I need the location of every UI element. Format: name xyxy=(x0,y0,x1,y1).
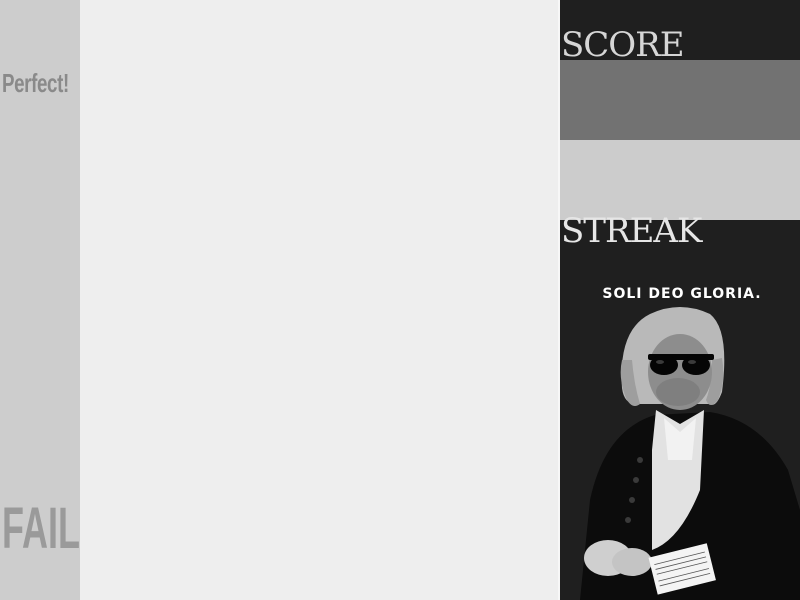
streak-label: STREAK xyxy=(561,211,702,251)
stats-panel: SCORE STREAK SOLI DEO GLORIA. xyxy=(560,0,800,600)
accuracy-meter: Perfect! FAIL xyxy=(0,0,80,600)
fail-label: FAIL xyxy=(2,496,80,561)
streak-display xyxy=(560,140,800,220)
score-label: SCORE xyxy=(561,25,685,65)
note-playfield[interactable] xyxy=(80,0,558,600)
motto-text: SOLI DEO GLORIA. xyxy=(602,286,762,302)
bach-portrait-icon xyxy=(580,307,800,600)
perfect-label: Perfect! xyxy=(2,68,69,98)
score-display xyxy=(560,60,800,140)
